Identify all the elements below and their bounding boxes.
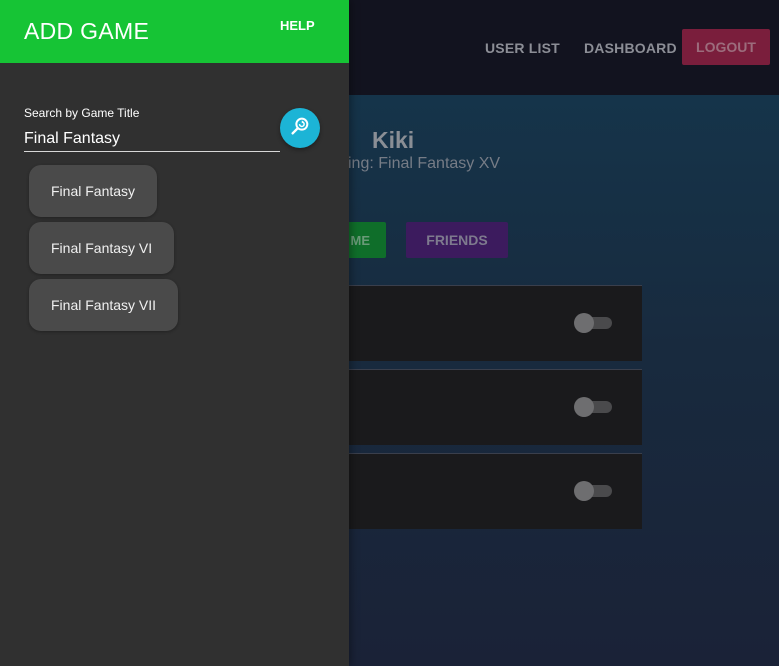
- add-game-drawer: ADD GAME HELP Search by Game Title Final…: [0, 0, 349, 666]
- search-result-item[interactable]: Final Fantasy VI: [29, 222, 175, 274]
- drawer-header: ADD GAME HELP: [0, 0, 349, 63]
- nav-user-list-link[interactable]: USER LIST: [485, 40, 560, 56]
- game-list-row: [330, 369, 642, 445]
- game-toggle-switch[interactable]: [574, 313, 612, 333]
- app-root: USER LIST DASHBOARD LOGOUT Kiki ying: Fi…: [0, 0, 779, 666]
- help-link[interactable]: HELP: [280, 18, 315, 33]
- search-result-item[interactable]: Final Fantasy VII: [29, 279, 179, 331]
- game-title-search-input[interactable]: [24, 126, 280, 152]
- game-toggle-switch[interactable]: [574, 481, 612, 501]
- search-label: Search by Game Title: [24, 106, 140, 120]
- logout-button[interactable]: LOGOUT: [682, 29, 770, 65]
- now-playing-text: ying: Final Fantasy XV: [340, 155, 501, 172]
- game-toggle-switch[interactable]: [574, 397, 612, 417]
- search-button[interactable]: [280, 108, 320, 148]
- search-refresh-icon: [289, 115, 311, 142]
- toggle-thumb: [574, 481, 594, 501]
- drawer-title: ADD GAME: [24, 18, 150, 44]
- friends-button[interactable]: FRIENDS: [406, 222, 508, 258]
- game-list-row: [330, 285, 642, 361]
- toggle-thumb: [574, 397, 594, 417]
- nav-dashboard-link[interactable]: DASHBOARD: [584, 40, 677, 56]
- toggle-thumb: [574, 313, 594, 333]
- search-result-item[interactable]: Final Fantasy: [29, 165, 158, 217]
- game-list-row: [330, 453, 642, 529]
- profile-name: Kiki: [372, 127, 415, 153]
